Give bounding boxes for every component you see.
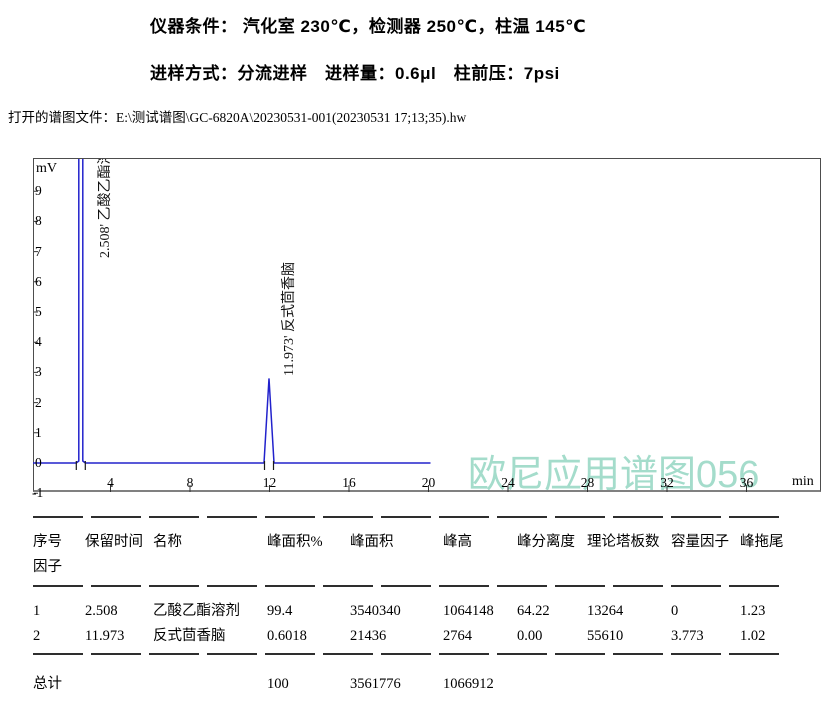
table-cell: 21436 — [350, 627, 386, 645]
peak-results-table: 序号 保留时间名称 峰面积% 峰面积 峰高 峰分离度理论塔板数容量因子峰拖尾因子 1 2.50… — [0, 0, 834, 709]
table-cell: 2 — [33, 627, 40, 645]
table-separator-rule — [33, 653, 779, 655]
table-cell: 99.4 — [267, 602, 292, 620]
table-header-wrap-cell: 因子 — [33, 558, 62, 576]
table-cell: 55610 — [587, 627, 623, 645]
table-header-cell: 序号 — [33, 533, 62, 551]
table-cell: 1.23 — [740, 602, 765, 620]
table-cell: 反式茴香脑 — [153, 627, 226, 645]
table-cell: 1.02 — [740, 627, 765, 645]
table-total-cell: 100 — [267, 675, 289, 693]
table-header-cell: 名称 — [153, 533, 182, 551]
table-separator-rule — [33, 516, 779, 518]
table-cell: 乙酸乙酯溶剂 — [153, 602, 240, 620]
table-header-cell: 容量因子 — [671, 533, 729, 551]
table-header-cell: 峰高 — [443, 533, 472, 551]
table-cell: 1064148 — [443, 602, 494, 620]
table-total-label: 总计 — [33, 675, 62, 693]
table-total-cell: 1066912 — [443, 675, 494, 693]
table-header-cell: 保留时间 — [85, 533, 143, 551]
table-header-cell: 峰面积% — [267, 533, 323, 551]
table-cell: 0 — [671, 602, 678, 620]
table-total-cell: 3561776 — [350, 675, 401, 693]
table-cell: 3540340 — [350, 602, 401, 620]
table-cell: 2764 — [443, 627, 472, 645]
table-cell: 0.00 — [517, 627, 542, 645]
table-header-cell: 理论塔板数 — [587, 533, 660, 551]
table-header-cell: 峰拖尾 — [740, 533, 784, 551]
gc-report-page: 仪器条件： 汽化室 230℃，检测器 250℃，柱温 145℃ 进样方式：分流进… — [0, 0, 834, 709]
table-cell: 0.6018 — [267, 627, 307, 645]
table-cell: 11.973 — [85, 627, 124, 645]
table-cell: 1 — [33, 602, 40, 620]
table-cell: 64.22 — [517, 602, 550, 620]
table-cell: 3.773 — [671, 627, 704, 645]
table-header-cell: 峰分离度 — [517, 533, 575, 551]
table-separator-rule — [33, 585, 779, 587]
table-cell: 13264 — [587, 602, 623, 620]
table-header-cell: 峰面积 — [350, 533, 394, 551]
table-cell: 2.508 — [85, 602, 118, 620]
